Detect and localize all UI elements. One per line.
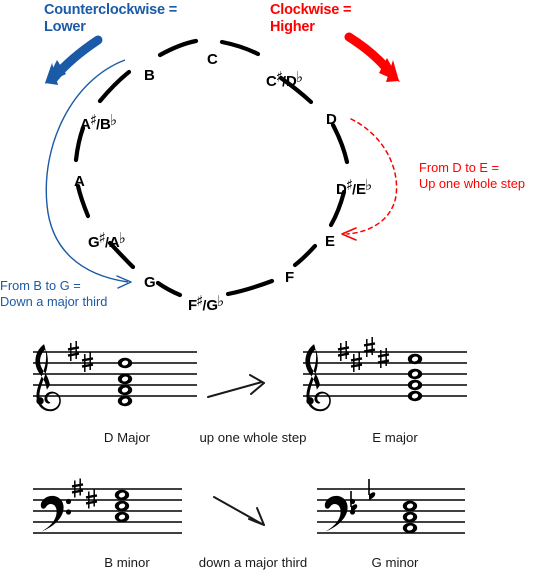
- transition-arrow-row-1: [207, 374, 265, 398]
- key-signature-four-sharps: [337, 337, 390, 372]
- key-signature-two-sharps: [71, 478, 98, 509]
- chord-d-major: [117, 357, 133, 407]
- staff-notation-graphics: [33, 337, 467, 534]
- caption-arrow-row-2: down a major third: [198, 555, 308, 570]
- caption-g-minor: G minor: [371, 555, 419, 570]
- staff-b-minor: [33, 478, 182, 534]
- caption-b-minor: B minor: [104, 555, 150, 570]
- staff-d-major: [33, 341, 197, 412]
- chord-g-minor: [402, 500, 418, 534]
- chord-e-major: [407, 353, 423, 402]
- bass-clef-icon: [40, 495, 72, 532]
- chord-b-minor: [114, 489, 130, 523]
- transition-arrow-row-2: [213, 496, 265, 526]
- treble-clef-icon: [305, 344, 331, 412]
- key-signature-two-sharps: [67, 341, 94, 372]
- treble-clef-icon: [35, 344, 61, 412]
- staff-g-minor: [317, 479, 465, 534]
- diagram-root: Counterclockwise = Lower Clockwise = Hig…: [0, 0, 550, 579]
- staff-e-major: [303, 337, 467, 412]
- caption-d-major: D Major: [103, 430, 151, 445]
- caption-e-major: E major: [372, 430, 418, 445]
- caption-arrow-row-1: up one whole step: [199, 430, 307, 445]
- key-signature-two-flats: [350, 479, 376, 512]
